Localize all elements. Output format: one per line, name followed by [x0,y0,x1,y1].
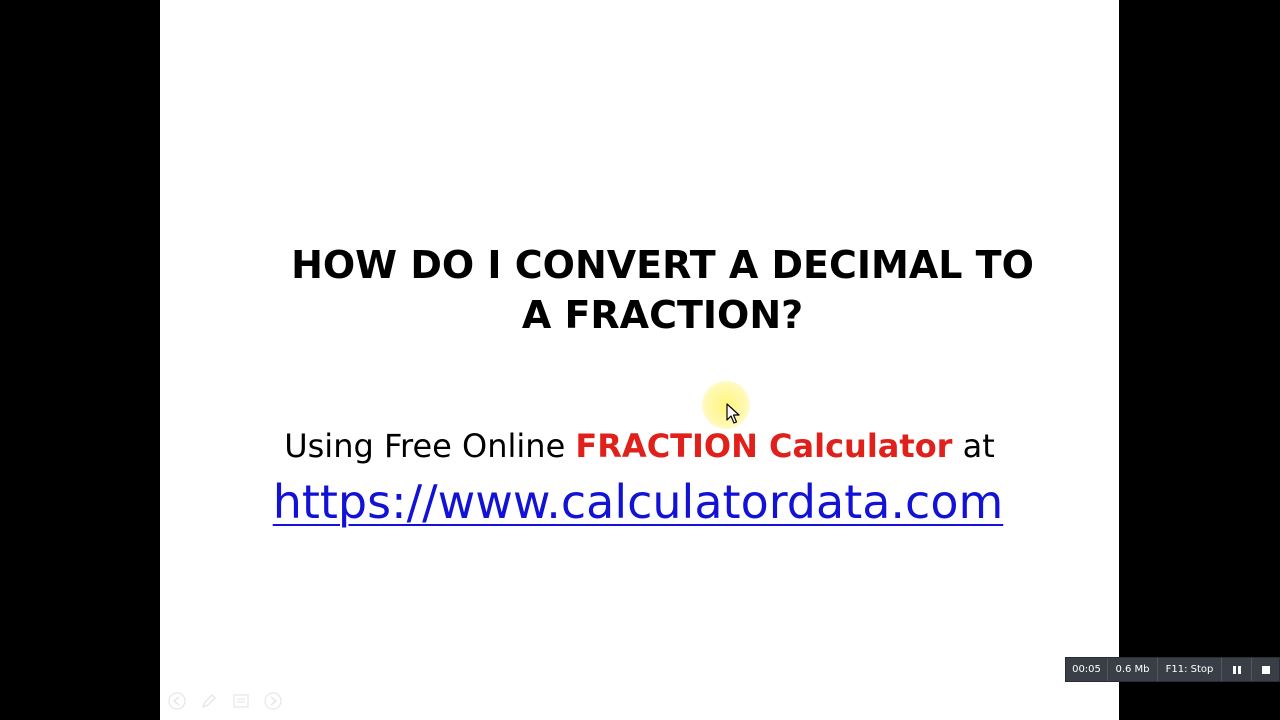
screen-recorder-toolbar: 00:05 0.6 Mb F11: Stop [1065,657,1280,682]
recording-elapsed-time: 00:05 [1066,658,1108,681]
subtitle: Using Free Online FRACTION Calculator at [160,425,1119,467]
arrow-left-icon[interactable] [168,692,186,710]
menu-icon[interactable] [232,692,250,710]
slide-title-line-2: A FRACTION? [521,293,804,337]
arrow-right-icon[interactable] [264,692,282,710]
stop-square-icon [1261,665,1270,674]
pause-icon [1232,665,1241,674]
website-link[interactable]: https://www.calculatordata.com [160,472,1116,532]
mouse-pointer-icon [726,403,740,424]
subtitle-prefix: Using Free Online [284,427,576,465]
slide: HOW DO I CONVERT A DECIMAL TO A FRACTION… [160,0,1119,720]
stop-hotkey-button[interactable]: F11: Stop [1158,658,1222,681]
stop-button[interactable] [1252,658,1279,681]
recording-file-size: 0.6 Mb [1108,658,1158,681]
pause-button[interactable] [1222,658,1252,681]
subtitle-highlight: FRACTION Calculator [575,427,953,465]
slide-title-line-1: HOW DO I CONVERT A DECIMAL TO [291,243,1034,287]
subtitle-suffix: at [952,427,995,465]
screen: HOW DO I CONVERT A DECIMAL TO A FRACTION… [0,0,1280,720]
slideshow-nav-controls [168,692,282,710]
slide-title: HOW DO I CONVERT A DECIMAL TO A FRACTION… [160,240,1119,340]
pen-icon[interactable] [200,692,218,710]
